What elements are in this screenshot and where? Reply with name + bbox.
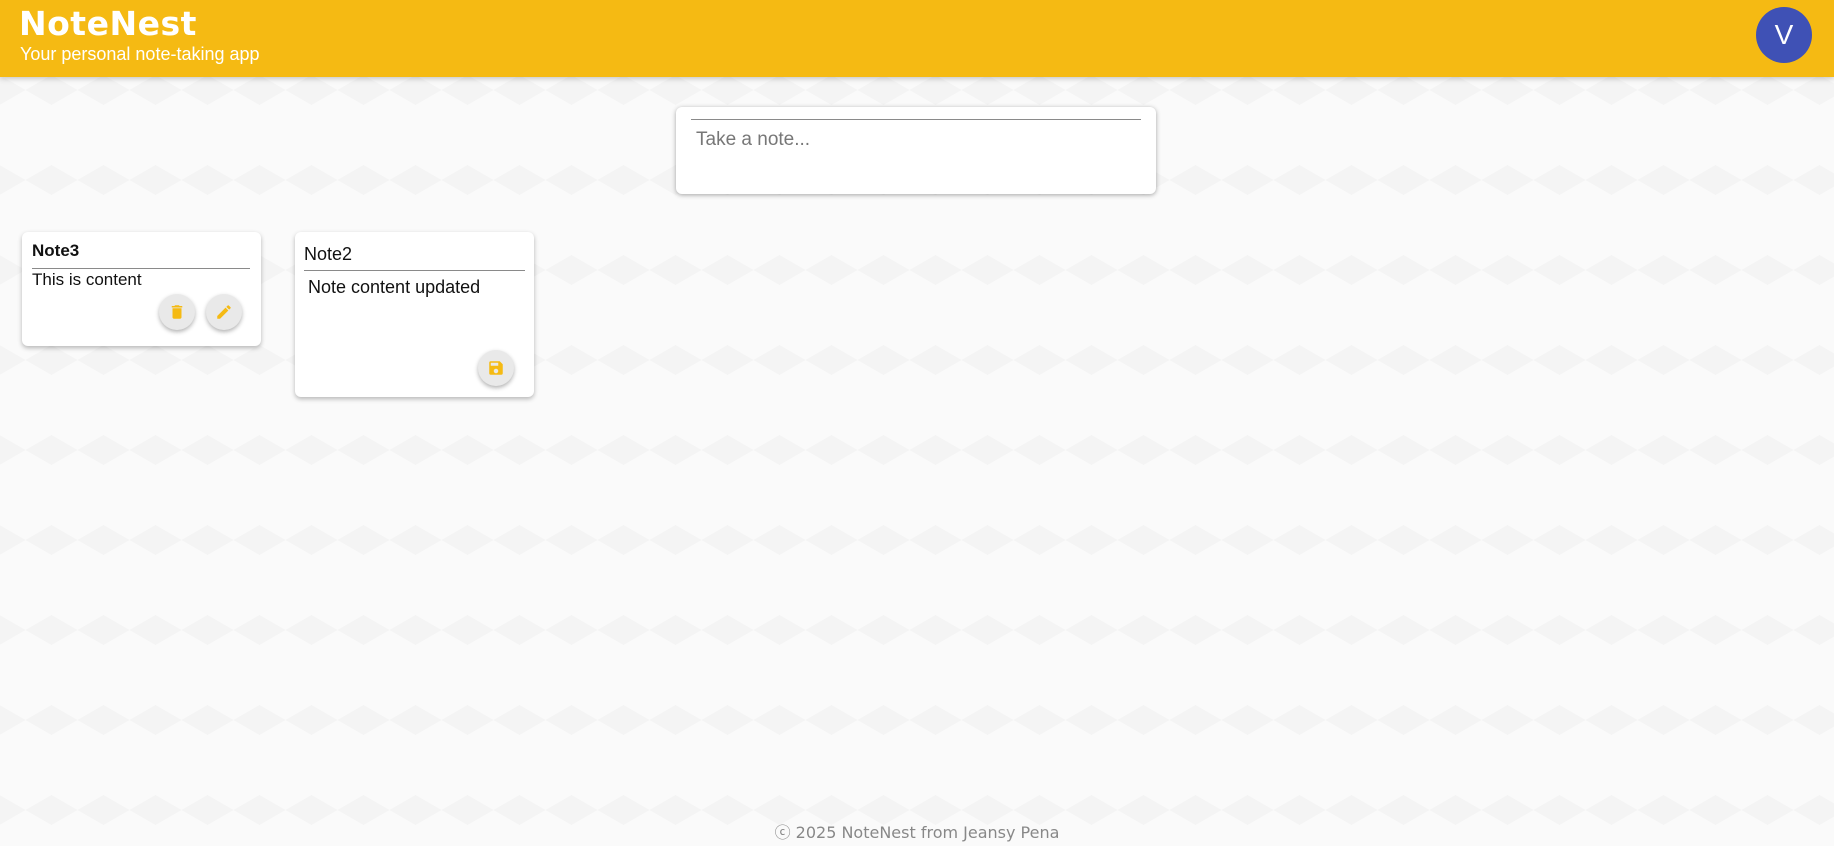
app-title: NoteNest — [19, 4, 197, 43]
create-note-form — [676, 107, 1156, 194]
save-button[interactable] — [478, 350, 514, 386]
edit-button[interactable] — [206, 294, 242, 330]
create-note-title-input[interactable] — [691, 119, 1141, 120]
note-content-input[interactable]: Note content updated — [308, 277, 480, 298]
create-note-content-input[interactable] — [694, 127, 1138, 171]
note-title-input[interactable]: Note2 — [304, 244, 525, 271]
note-card: Note3 This is content — [22, 232, 261, 346]
trash-icon — [171, 305, 183, 319]
footer-copyright: ⓒ 2025 NoteNest from Jeansy Pena — [774, 823, 1060, 842]
app-subtitle: Your personal note-taking app — [20, 44, 260, 64]
note-card-editing: Note2 Note content updated — [295, 232, 534, 397]
app-header: NoteNest Your personal note-taking app V — [0, 0, 1834, 77]
pencil-icon — [217, 305, 231, 319]
user-avatar[interactable]: V — [1756, 7, 1812, 63]
note-title: Note3 — [32, 241, 250, 269]
delete-button[interactable] — [159, 294, 195, 330]
save-icon — [489, 361, 503, 375]
note-content: This is content — [32, 270, 142, 289]
